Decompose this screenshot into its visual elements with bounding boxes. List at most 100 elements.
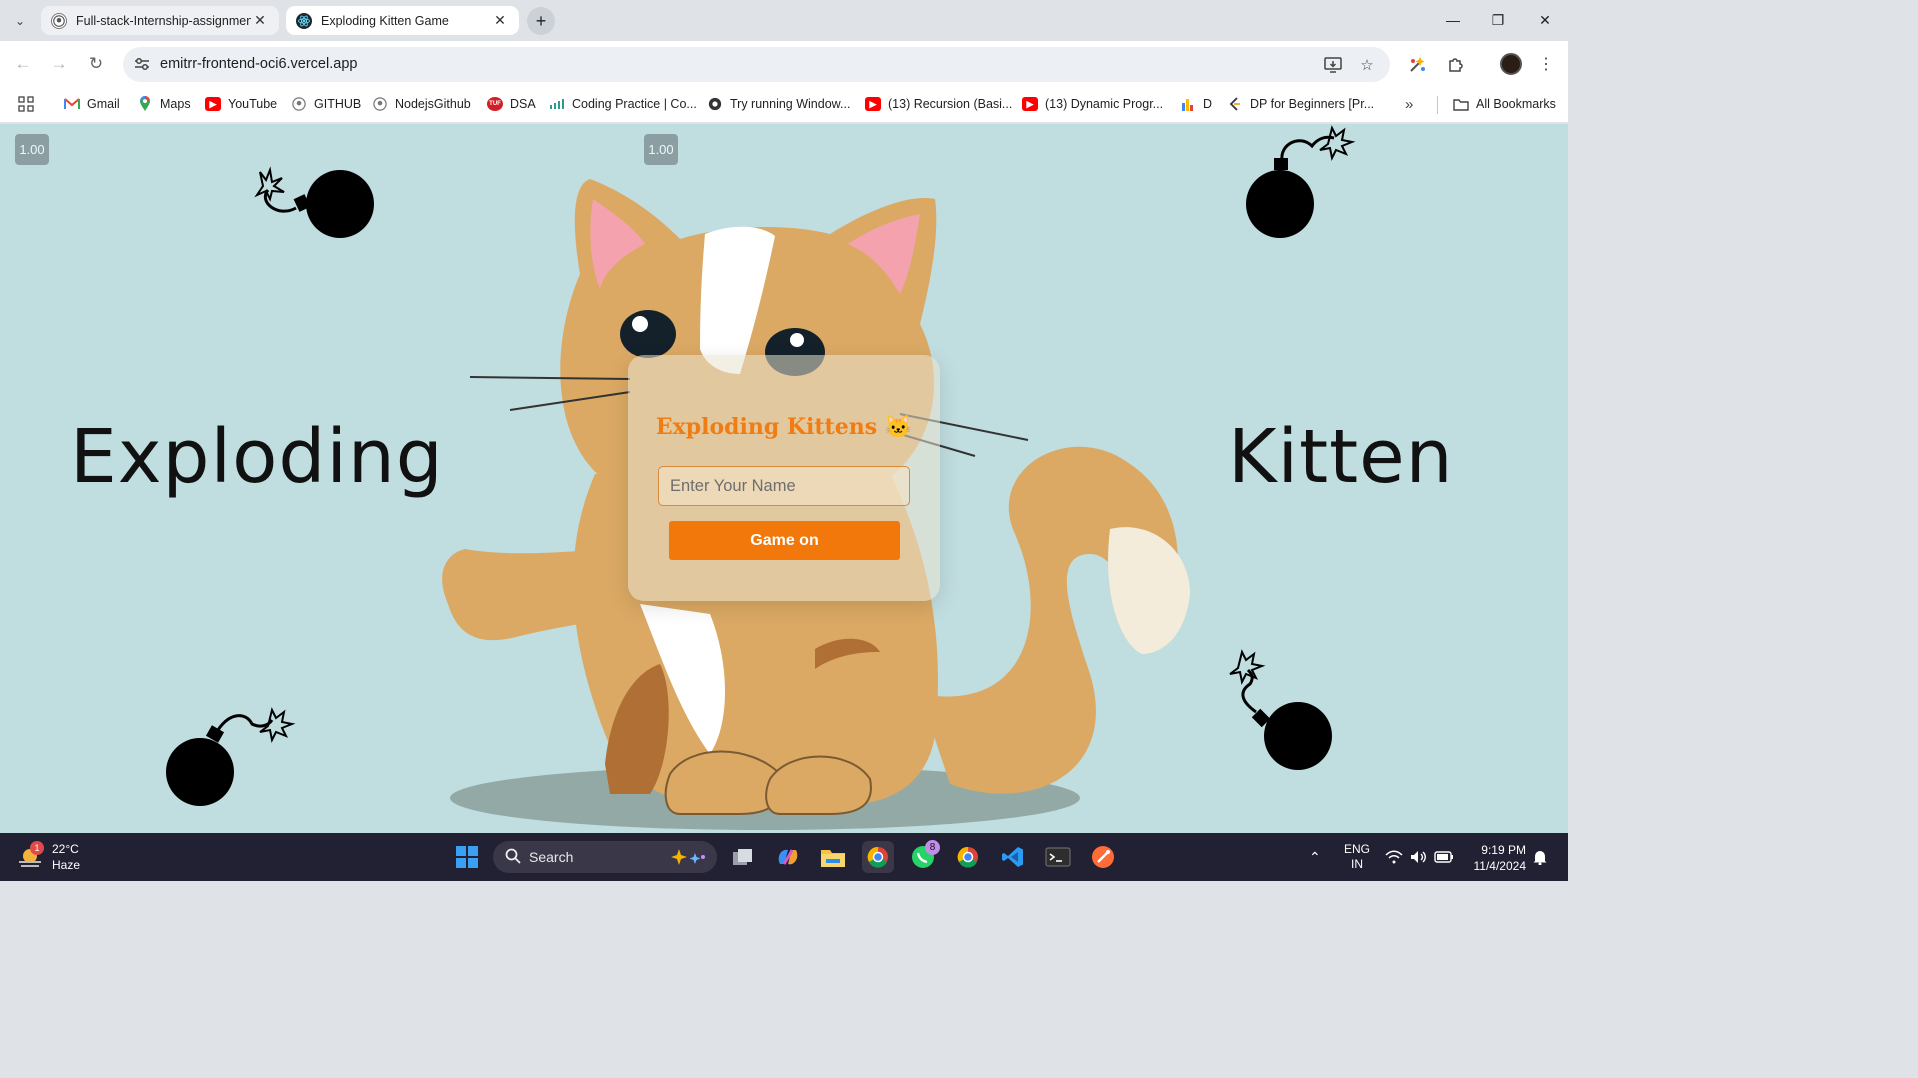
globe-icon <box>707 97 723 111</box>
browser-toolbar: ← → ↻ emitrr-frontend-oci6.vercel.app ☆ … <box>0 41 1568 87</box>
react-icon <box>296 12 312 29</box>
all-bookmarks-button[interactable]: All Bookmarks <box>1453 95 1556 113</box>
bookmark-recursion[interactable]: ▶ (13) Recursion (Basi... <box>865 95 1012 113</box>
reload-icon[interactable]: ↻ <box>84 52 108 76</box>
url-text: emitrr-frontend-oci6.vercel.app <box>160 56 358 72</box>
bomb-icon <box>1229 649 1332 770</box>
tuf-icon: TUF <box>487 97 503 111</box>
bookmark-dynamic-programming[interactable]: ▶ (13) Dynamic Progr... <box>1022 95 1163 113</box>
more-bookmarks-chevron-icon[interactable]: » <box>1405 95 1413 113</box>
github-icon <box>291 97 307 111</box>
tab-title: Exploding Kitten Game <box>321 13 449 28</box>
close-window-icon[interactable]: ✕ <box>1525 6 1565 34</box>
bookmark-star-icon[interactable]: ☆ <box>1357 55 1377 75</box>
terminal-icon[interactable] <box>1042 841 1074 873</box>
bookmark-label: D <box>1203 97 1213 111</box>
forward-icon[interactable]: → <box>47 52 71 76</box>
heading-right-word: Kitten <box>1228 414 1454 500</box>
bomb-icon <box>254 166 374 238</box>
game-on-button[interactable]: Game on <box>669 521 900 560</box>
address-bar[interactable]: emitrr-frontend-oci6.vercel.app ☆ <box>123 47 1390 82</box>
zoom-badge-left: 1.00 <box>15 134 49 165</box>
bookmark-label: Try running Window... <box>730 97 851 111</box>
windows-start-icon[interactable] <box>451 841 483 873</box>
zoom-badge-right: 1.00 <box>644 134 678 165</box>
site-info-icon[interactable] <box>133 55 151 73</box>
postman-icon[interactable] <box>1087 841 1119 873</box>
wifi-icon[interactable] <box>1385 833 1403 881</box>
tab-strip: ⌄ Full-stack-Internship-assignmen ✕ Expl… <box>0 0 1568 41</box>
chrome-icon[interactable] <box>952 841 984 873</box>
bookmark-github[interactable]: GITHUB <box>291 95 361 113</box>
language-code: ENG <box>1344 842 1371 856</box>
battery-icon[interactable] <box>1434 833 1454 881</box>
clock-date: 11/4/2024 <box>1473 859 1527 873</box>
install-app-icon[interactable] <box>1323 55 1343 75</box>
volume-icon[interactable] <box>1410 833 1428 881</box>
tray-overflow-chevron-icon[interactable]: ⌃ <box>1309 833 1321 881</box>
bookmark-maps[interactable]: Maps <box>137 95 191 113</box>
bookmark-label: Maps <box>160 97 191 111</box>
bookmark-label: GITHUB <box>314 97 362 111</box>
close-icon[interactable]: ✕ <box>251 12 269 29</box>
notification-bell-icon[interactable] <box>1533 833 1547 881</box>
bomb-icon <box>166 707 296 806</box>
leetcode-icon <box>1227 97 1243 111</box>
github-icon <box>51 12 67 29</box>
task-view-icon[interactable] <box>727 841 759 873</box>
extensions-puzzle-icon[interactable] <box>1445 53 1467 75</box>
back-icon[interactable]: ← <box>11 52 35 76</box>
chart-icon <box>1180 97 1196 111</box>
windows-taskbar: 1 22°C Haze Search 8 ⌃ ENG IN 9:19 PM 11… <box>0 833 1568 881</box>
youtube-icon: ▶ <box>205 97 221 111</box>
copilot-sparkle-icon <box>669 847 707 870</box>
heading-left-word: Exploding <box>70 414 444 500</box>
bookmark-dp-beginners[interactable]: DP for Beginners [Pr... <box>1227 95 1374 113</box>
chrome-profile-icon[interactable] <box>862 841 894 873</box>
bookmark-label: DSA <box>510 97 536 111</box>
vscode-icon[interactable] <box>997 841 1029 873</box>
taskbar-search[interactable]: Search <box>493 841 717 873</box>
apps-grid-icon[interactable] <box>18 95 34 113</box>
bookmarks-bar: Gmail Maps ▶ YouTube GITHUB NodejsGithub… <box>0 87 1568 123</box>
bookmark-coding-practice[interactable]: Coding Practice | Co... <box>549 95 697 113</box>
bookmark-label: Coding Practice | Co... <box>572 97 697 111</box>
bookmark-nodejsgithub[interactable]: NodejsGithub <box>372 95 471 113</box>
bookmarks-divider <box>1437 96 1438 114</box>
bookmark-label: All Bookmarks <box>1476 97 1556 111</box>
copilot-icon[interactable] <box>772 841 804 873</box>
clock-time: 9:19 PM <box>1481 843 1526 857</box>
tab-search-chevron-icon[interactable]: ⌄ <box>8 9 32 33</box>
extension-colorful-icon[interactable] <box>1407 53 1429 75</box>
folder-icon <box>1453 97 1469 111</box>
bookmark-label: YouTube <box>228 97 278 111</box>
file-explorer-icon[interactable] <box>817 841 849 873</box>
profile-avatar[interactable] <box>1500 53 1522 75</box>
bookmark-d[interactable]: D <box>1180 95 1212 113</box>
bookmark-try-running[interactable]: Try running Window... <box>707 95 850 113</box>
close-icon[interactable]: ✕ <box>491 12 509 29</box>
bookmark-label: DP for Beginners [Pr... <box>1250 97 1375 111</box>
youtube-icon: ▶ <box>865 97 881 111</box>
github-icon <box>372 97 388 111</box>
whatsapp-icon[interactable]: 8 <box>907 840 940 873</box>
language-indicator[interactable]: ENG IN <box>1344 833 1370 881</box>
tab-exploding-kitten[interactable]: Exploding Kitten Game ✕ <box>286 6 519 35</box>
system-clock[interactable]: 9:19 PM 11/4/2024 <box>1466 842 1527 874</box>
search-icon <box>505 848 521 867</box>
gmail-icon <box>64 97 80 111</box>
new-tab-button[interactable]: + <box>527 7 555 35</box>
bookmark-dsa[interactable]: TUF DSA <box>487 95 536 113</box>
player-name-input[interactable] <box>658 466 910 506</box>
restore-icon[interactable]: ❐ <box>1478 6 1518 34</box>
whatsapp-badge: 8 <box>925 840 940 855</box>
minimize-icon[interactable]: — <box>1433 6 1473 34</box>
tab-github[interactable]: Full-stack-Internship-assignmen ✕ <box>41 6 279 35</box>
weather-widget[interactable]: 1 22°C Haze <box>16 841 80 873</box>
menu-kebab-icon[interactable]: ⋮ <box>1535 53 1557 75</box>
bookmark-gmail[interactable]: Gmail <box>64 95 120 113</box>
bookmark-youtube[interactable]: ▶ YouTube <box>205 95 277 113</box>
bomb-icon <box>1246 125 1356 238</box>
game-landing-page: 1.00 1.00 Exploding Kitten Exploding Kit… <box>0 124 1568 833</box>
region-code: IN <box>1351 857 1363 871</box>
